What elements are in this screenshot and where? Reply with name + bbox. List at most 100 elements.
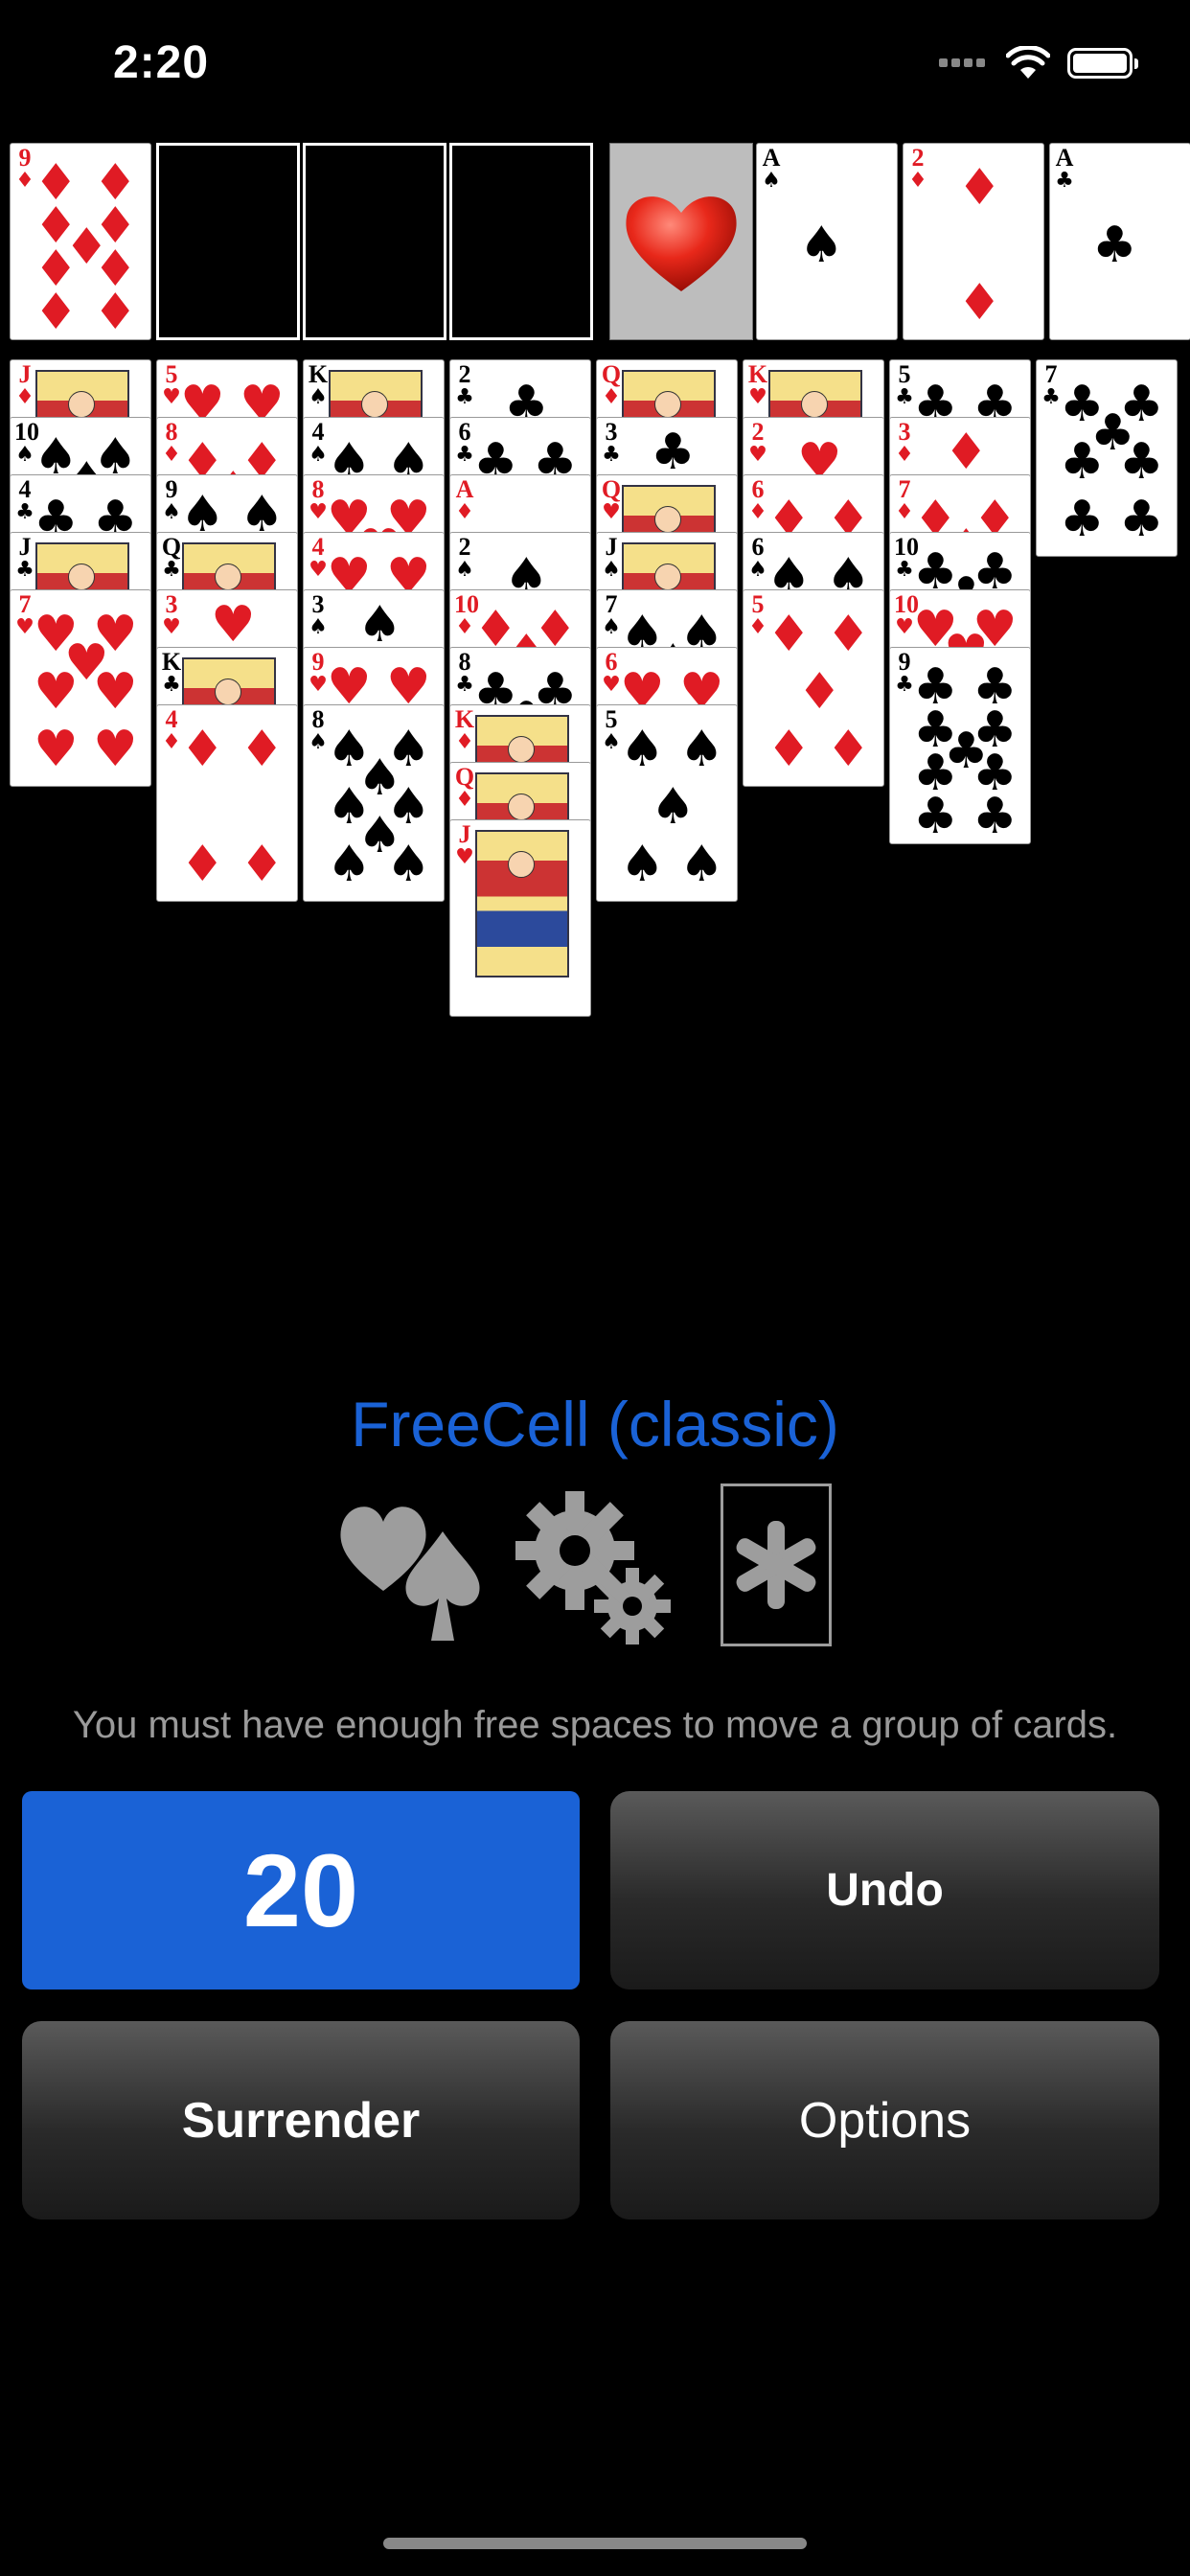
card-5-of-diamonds[interactable]: 5 ♦ ♦ ♦ ♦ ♦ ♦ [743,589,884,787]
card-rank: 7 [898,475,911,503]
suit-pip-icon: ♠ [357,596,402,654]
suit-pip-icon: ♥ [93,721,138,778]
suit-pip-icon: ♣ [1060,433,1105,491]
card-4-of-diamonds[interactable]: 4 ♦ ♦ ♦ ♦ ♦ [156,704,298,902]
foundation-slot[interactable] [609,143,753,340]
card-index: K ♣ [161,650,182,696]
card-rank: K [308,360,329,388]
card-rank: 9 [898,648,911,676]
card-suit-icon: ♣ [455,385,474,409]
card-rank: Q [601,360,622,388]
card-9-of-clubs[interactable]: 9 ♣ ♣ ♣ ♣ ♣ ♣ ♣ ♣ ♣ ♣ [889,647,1031,844]
suit-pip-icon: ♣ [651,424,696,481]
card-index: 9 ♥ [308,650,329,696]
card-suit-icon: ♠ [15,443,34,467]
card-8-of-spades[interactable]: 8 ♠ ♠ ♠ ♠ ♠ ♠ ♠ ♠ ♠ [303,704,445,902]
free-cell-slot[interactable] [449,143,593,340]
free-cell-slot[interactable] [303,143,446,340]
suit-pip-icon: ♦ [93,284,138,340]
card-rank: 5 [165,360,178,388]
suit-pip-icon: ♠ [679,721,724,778]
card-rank: 3 [605,418,618,446]
settings-gears-icon[interactable] [510,1484,673,1646]
card-5-of-spades[interactable]: 5 ♠ ♠ ♠ ♠ ♠ ♠ [596,704,738,902]
card-suit-icon: ♣ [602,443,621,467]
suit-pip-icon: ♣ [1119,491,1164,548]
card-suit-icon: ♦ [455,500,474,524]
card-index: J ♣ [14,535,35,581]
asterisk-card-icon[interactable] [721,1484,832,1646]
card-suit-icon: ♠ [748,558,767,582]
battery-icon [1067,48,1138,79]
suit-pip-icon: ♥ [34,721,79,778]
card-rank: 8 [165,418,178,446]
card-rank: 3 [165,590,178,618]
status-time: 2:20 [113,37,210,88]
suit-pip-icon: ♠ [620,836,665,893]
card-index: 6 ♥ [601,650,622,696]
home-indicator[interactable] [383,2538,807,2549]
card-j-of-hearts[interactable]: J ♥ [449,819,591,1017]
moves-count: 20 [242,1832,359,1948]
card-suit-icon: ♥ [602,500,621,524]
card-suit-icon: ♣ [455,443,474,467]
card-suit-icon: ♠ [309,385,328,409]
card-suit-icon: ♦ [908,169,927,193]
suit-pip-icon: ♦ [957,159,1002,217]
card-rank: 5 [605,705,618,733]
undo-button[interactable]: Undo [610,1791,1159,1990]
card-index: A ♣ [1054,146,1075,192]
card-rank: Q [454,763,475,791]
undo-label: Undo [826,1865,944,1916]
suit-pip-icon: ♣ [1092,217,1137,274]
card-index: 7 ♠ [601,592,622,638]
card-9-of-diamonds[interactable]: 9 ♦ ♦ ♦ ♦ ♦ ♦ ♦ ♦ ♦ ♦ [10,143,151,340]
suit-pip-icon: ♦ [826,606,871,663]
card-rank: J [458,820,471,848]
card-suit-icon: ♣ [15,500,34,524]
cellular-signal-icon [939,55,989,72]
card-7-of-hearts[interactable]: 7 ♥ ♥ ♥ ♥ ♥ ♥ ♥ ♥ [10,589,151,787]
card-7-of-clubs[interactable]: 7 ♣ ♣ ♣ ♣ ♣ ♣ ♣ ♣ [1036,359,1178,557]
card-index: 10 ♣ [894,535,919,581]
card-index: 7 ♣ [1041,362,1062,408]
card-index: 8 ♠ [308,707,329,753]
card-rank: 4 [18,475,32,503]
card-rank: K [747,360,768,388]
suits-icon[interactable] [335,1485,494,1643]
card-rank: 8 [311,475,325,503]
card-suit-icon: ♥ [309,500,328,524]
suit-pip-icon: ♣ [913,788,958,844]
card-2-of-diamonds[interactable]: 2 ♦ ♦ ♦ [903,143,1044,340]
card-suit-icon: ♣ [895,673,914,697]
card-suit-icon: ♠ [162,500,181,524]
card-index: 7 ♥ [14,592,35,638]
card-suit-icon: ♦ [602,385,621,409]
asterisk-icon [736,1521,816,1609]
card-suit-icon: ♦ [162,730,181,754]
card-suit-icon: ♦ [895,500,914,524]
card-a-of-spades[interactable]: A ♠ ♠ [756,143,898,340]
card-index: A ♠ [761,146,782,192]
card-index: 5 ♦ [747,592,768,638]
card-rank: Q [161,533,182,561]
suit-pip-icon: ♦ [826,721,871,778]
card-suit-icon: ♦ [15,385,34,409]
moves-counter-button[interactable]: 20 [22,1791,580,1990]
card-index: J ♠ [601,535,622,581]
card-index: Q ♥ [601,477,622,523]
free-cell-slot[interactable] [156,143,300,340]
card-suit-icon: ♥ [748,385,767,409]
card-suit-icon: ♣ [1041,385,1061,409]
card-a-of-clubs[interactable]: A ♣ ♣ [1049,143,1190,340]
card-suit-icon: ♥ [309,558,328,582]
surrender-button[interactable]: Surrender [22,2021,580,2220]
options-button[interactable]: Options [610,2021,1159,2220]
card-suit-icon: ♦ [895,443,914,467]
card-suit-icon: ♠ [309,730,328,754]
suit-pip-icon: ♣ [973,788,1018,844]
suit-pip-icon: ♥ [211,596,256,654]
card-index: K ♠ [308,362,329,408]
card-index: 8 ♦ [161,420,182,466]
card-rank: 4 [165,705,178,733]
